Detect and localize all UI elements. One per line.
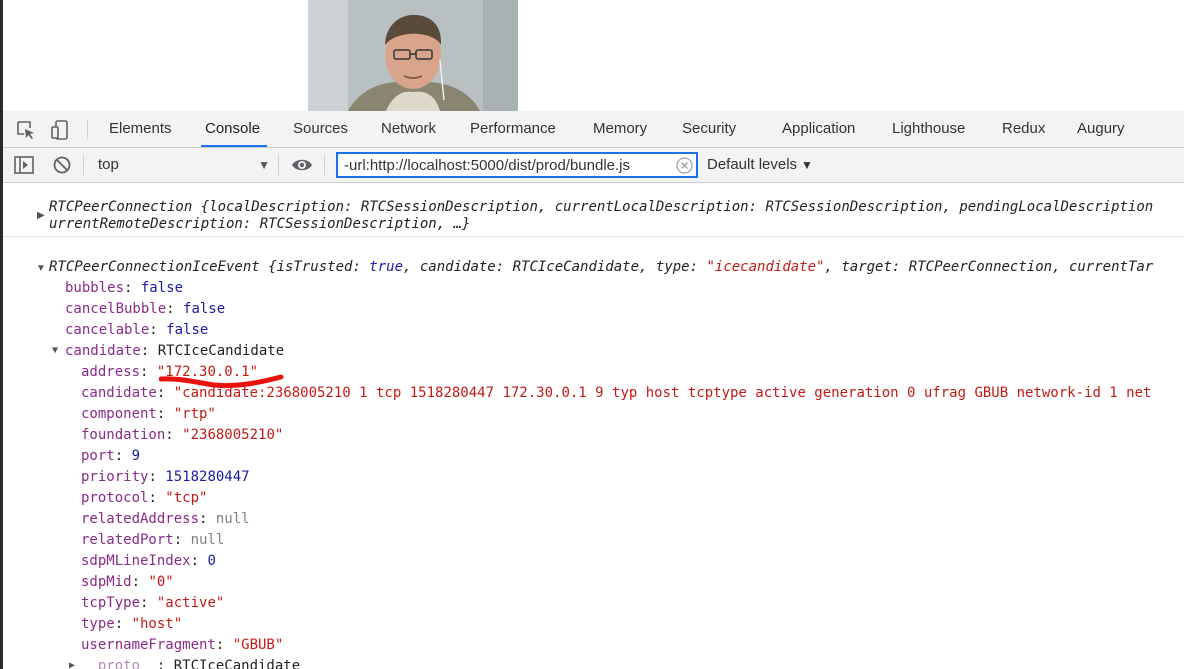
tab-application[interactable]: Application [782, 111, 855, 147]
property-value: "active" [156, 595, 225, 611]
console-output: ▶ RTCPeerConnection {localDescription: R… [3, 183, 1184, 669]
property-key: __proto__ [81, 658, 157, 669]
property-value: false [183, 301, 226, 317]
webcam-person-image [308, 0, 518, 111]
property-key: type [81, 616, 115, 632]
property-key: relatedAddress [81, 511, 200, 527]
candidate-property-tcptype: tcpType: "active" [81, 595, 225, 611]
property-value: "tcp" [165, 490, 208, 506]
console-message-ice-event[interactable]: RTCPeerConnectionIceEvent {isTrusted: tr… [49, 257, 1153, 277]
property-value: RTCIceCandidate [173, 658, 301, 669]
clear-filter-icon[interactable] [676, 157, 693, 174]
context-selector[interactable]: top ▼ [90, 148, 270, 182]
property-value: false [140, 280, 184, 296]
console-filterbar: top ▼ Default levels▼ [3, 148, 1184, 183]
property-value: RTCIceCandidate [157, 343, 285, 359]
property-value: "rtp" [173, 406, 216, 422]
property-key: usernameFragment [81, 637, 216, 653]
sidebar-toggle-icon[interactable] [13, 154, 35, 176]
candidate-property-candidate: candidate: "candidate:2368005210 1 tcp 1… [81, 385, 1152, 401]
candidate-property-foundation: foundation: "2368005210" [81, 427, 284, 443]
context-selector-value: top [98, 156, 119, 173]
context-dropdown-arrow-icon: ▼ [258, 158, 270, 172]
filterbar-separator [324, 155, 325, 175]
log-levels-dropdown[interactable]: Default levels ▼ [707, 148, 813, 182]
tab-elements[interactable]: Elements [109, 111, 172, 147]
property-value: 9 [131, 448, 141, 464]
candidate-property-type: type: "host" [81, 616, 183, 632]
filterbar-separator [83, 155, 84, 175]
tab-console[interactable]: Console [201, 111, 268, 147]
log-levels-arrow-icon: ▼ [801, 158, 813, 172]
candidate-property-proto[interactable]: ▶ __proto__: RTCIceCandidate [69, 656, 301, 669]
property-key: cancelable [65, 322, 150, 338]
candidate-property-sdpmid: sdpMid: "0" [81, 574, 174, 590]
property-value: false [166, 322, 209, 338]
log-levels-label: Default levels [707, 156, 798, 173]
page-video-area [3, 0, 1184, 111]
property-key: protocol [81, 490, 149, 506]
property-value: "GBUB" [232, 637, 284, 653]
tab-lighthouse[interactable]: Lighthouse [892, 111, 965, 147]
property-key: sdpMid [81, 574, 132, 590]
candidate-property-sdpmlineindex: sdpMLineIndex: 0 [81, 553, 216, 569]
tab-augury[interactable]: Augury [1077, 111, 1125, 147]
property-key: address [81, 364, 141, 380]
tab-redux[interactable]: Redux [1002, 111, 1045, 147]
property-value: 1518280447 [165, 469, 250, 485]
candidate-property-priority: priority: 1518280447 [81, 469, 250, 485]
property-value: "0" [148, 574, 174, 590]
property-value: 0 [207, 553, 216, 569]
candidate-property-protocol: protocol: "tcp" [81, 490, 208, 506]
devtools-tabbar: Elements Console Sources Network Performance… [3, 111, 1184, 148]
property-key: priority [81, 469, 149, 485]
expand-triangle-icon[interactable]: ▶ [37, 210, 45, 221]
collapse-triangle-icon[interactable]: ▼ [52, 341, 58, 361]
property-key: foundation [81, 427, 166, 443]
candidate-property-relatedaddress: relatedAddress: null [81, 511, 250, 527]
clear-console-icon[interactable] [51, 154, 73, 176]
property-key: cancelBubble [65, 301, 167, 317]
tab-performance[interactable]: Performance [470, 111, 556, 147]
tabbar-separator [87, 120, 88, 139]
property-bubbles: bubbles: false [65, 280, 184, 296]
candidate-property-relatedport: relatedPort: null [81, 532, 225, 548]
property-candidate[interactable]: ▼ candidate: RTCIceCandidate [52, 341, 285, 361]
property-value: "172.30.0.1" [156, 364, 259, 380]
property-value: null [190, 532, 225, 548]
property-key: candidate [81, 385, 157, 401]
candidate-property-port: port: 9 [81, 448, 141, 464]
tab-network[interactable]: Network [381, 111, 436, 147]
candidate-property-component: component: "rtp" [81, 406, 216, 422]
filterbar-separator [278, 155, 279, 175]
candidate-property-address: address: "172.30.0.1" [81, 364, 259, 380]
live-expression-eye-icon[interactable] [290, 154, 312, 176]
collapse-triangle-icon[interactable]: ▼ [36, 263, 46, 274]
property-value: "host" [131, 616, 183, 632]
property-key: sdpMLineIndex [81, 553, 191, 569]
expand-triangle-icon[interactable]: ▶ [69, 656, 75, 669]
property-key: candidate [65, 343, 141, 359]
console-message-peerconnection-wrap: urrentRemoteDescription: RTCSessionDescr… [49, 216, 471, 232]
property-key: relatedPort [81, 532, 174, 548]
property-key: component [81, 406, 157, 422]
inspect-element-icon[interactable] [15, 119, 37, 141]
property-key: bubbles [65, 280, 125, 296]
console-filter-input[interactable] [336, 152, 698, 178]
message-divider [3, 236, 1184, 237]
tab-sources[interactable]: Sources [293, 111, 348, 147]
property-value: "candidate:2368005210 1 tcp 1518280447 1… [173, 385, 1152, 401]
webcam-video [308, 0, 518, 111]
candidate-property-usernamefragment: usernameFragment: "GBUB" [81, 637, 284, 653]
property-value: null [215, 511, 250, 527]
property-value: "2368005210" [182, 427, 284, 443]
property-key: port [81, 448, 115, 464]
tab-memory[interactable]: Memory [593, 111, 647, 147]
device-toolbar-icon[interactable] [49, 119, 71, 141]
property-cancelbubble: cancelBubble: false [65, 301, 226, 317]
tab-security[interactable]: Security [682, 111, 736, 147]
property-key: tcpType [81, 595, 141, 611]
property-cancelable: cancelable: false [65, 322, 209, 338]
